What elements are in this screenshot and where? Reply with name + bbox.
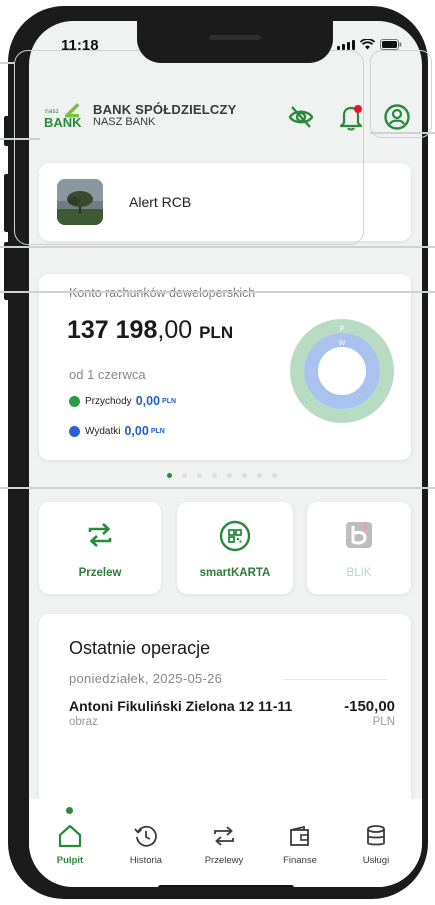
- balance-decimal: ,00: [157, 316, 193, 344]
- date-separator: [283, 679, 387, 680]
- period-label: od 1 czerwca: [69, 367, 146, 382]
- balance-donut: P W: [290, 319, 394, 423]
- nav-item-uslugi[interactable]: Usługi: [341, 821, 411, 866]
- qr-card-icon: [219, 520, 251, 557]
- pager-dot[interactable]: [182, 473, 187, 478]
- tile-label: smartKARTA: [199, 567, 271, 579]
- alert-thumbnail: [57, 179, 103, 225]
- donut-outer-label: P: [340, 325, 344, 333]
- pager-dot[interactable]: [272, 473, 277, 478]
- operations-date: poniedziałek, 2025-05-26: [69, 671, 223, 686]
- bank-name-line1: BANK SPÓŁDZIELCZY: [93, 102, 237, 117]
- alert-label: Alert RCB: [129, 194, 192, 210]
- battery-icon: [380, 39, 402, 50]
- tile-przelew[interactable]: Przelew: [39, 502, 161, 594]
- svg-text:nasz: nasz: [45, 108, 59, 115]
- alert-rcb-card[interactable]: Alert RCB: [39, 163, 411, 241]
- expense-value: 0,00: [124, 424, 149, 438]
- income-value: 0,00: [135, 394, 161, 408]
- side-button: [4, 242, 10, 300]
- nav-item-finanse[interactable]: Finanse: [265, 821, 335, 866]
- transfers-icon: [189, 821, 259, 851]
- account-balance: 137 198,00 PLN: [67, 316, 233, 345]
- expense-currency: PLN: [150, 427, 165, 435]
- user-circle-icon[interactable]: [383, 103, 411, 131]
- account-title: Konto rachunków deweloperskich: [69, 286, 256, 300]
- status-time: 11:18: [61, 37, 99, 54]
- nav-label: Usługi: [362, 855, 390, 866]
- nav-label: Finanse: [283, 855, 317, 866]
- app-screen: 11:18 nasz BANK BANK SPÓŁDZIELCZY NASZ B…: [29, 21, 422, 887]
- device-notch: [137, 21, 333, 63]
- operation-name: Antoni Fikuliński Zielona 12 11-11: [69, 698, 293, 714]
- income-legend: Przychody 0,00 PLN: [69, 394, 176, 408]
- donut-inner-ring: [304, 333, 380, 409]
- database-icon: [341, 821, 411, 851]
- income-label: Przychody: [85, 395, 132, 407]
- income-dot: [69, 395, 80, 407]
- phone-frame: 11:18 nasz BANK BANK SPÓŁDZIELCZY NASZ B…: [4, 6, 428, 899]
- signal-icon: [337, 40, 355, 50]
- expense-legend: Wydatki 0,00 PLN: [69, 424, 165, 438]
- pager-dot[interactable]: [197, 473, 202, 478]
- home-icon: [35, 821, 105, 851]
- app-header: nasz BANK BANK SPÓŁDZIELCZY NASZ BANK: [29, 75, 422, 151]
- nav-label: Historia: [129, 855, 163, 866]
- blik-icon: [344, 520, 374, 555]
- bank-logo[interactable]: nasz BANK: [43, 101, 89, 134]
- pager-dot[interactable]: [242, 473, 247, 478]
- active-indicator: [66, 807, 73, 814]
- bank-name-line2: NASZ BANK: [93, 115, 156, 128]
- history-icon: [111, 821, 181, 851]
- bank-name: BANK SPÓŁDZIELCZY NASZ BANK: [93, 103, 237, 128]
- balance-integer: 137 198: [67, 316, 158, 344]
- pager-dot[interactable]: [227, 473, 232, 478]
- pager-dot[interactable]: [257, 473, 262, 478]
- pager-dot[interactable]: [167, 473, 172, 478]
- nav-item-przelewy[interactable]: Przelewy: [189, 821, 259, 866]
- expense-dot: [69, 425, 80, 437]
- bell-icon[interactable]: [337, 103, 365, 131]
- tile-label: Przelew: [78, 567, 122, 579]
- nav-item-historia[interactable]: Historia: [111, 821, 181, 866]
- operation-amount: -150,00: [344, 698, 395, 715]
- side-button: [4, 174, 10, 232]
- donut-inner-label: W: [339, 339, 346, 347]
- tile-blik: BLIK: [307, 502, 411, 594]
- status-icons: [337, 39, 402, 50]
- operations-title: Ostatnie operacje: [69, 638, 211, 658]
- wifi-icon: [360, 39, 375, 50]
- balance-currency: PLN: [199, 323, 234, 342]
- carousel-pager[interactable]: [167, 473, 277, 478]
- pager-dot[interactable]: [212, 473, 217, 478]
- eye-off-icon[interactable]: [287, 103, 315, 131]
- tile-label: BLIK: [346, 567, 372, 579]
- home-indicator: [158, 885, 294, 887]
- operation-currency: PLN: [372, 716, 395, 728]
- wallet-icon: [265, 821, 335, 851]
- operation-description: obraz: [69, 716, 98, 728]
- svg-text:BANK: BANK: [44, 115, 82, 129]
- bottom-navigation: Pulpit Historia Przelewy Finanse Usługi: [29, 799, 422, 887]
- income-currency: PLN: [162, 397, 177, 405]
- transfer-arrows-icon: [85, 520, 115, 555]
- nav-label: Przelewy: [204, 855, 244, 866]
- tile-smartkarta[interactable]: smartKARTA: [177, 502, 293, 594]
- account-card[interactable]: Konto rachunków deweloperskich 137 198,0…: [39, 274, 411, 460]
- nav-label: Pulpit: [56, 855, 84, 866]
- nav-item-pulpit[interactable]: Pulpit: [35, 821, 105, 866]
- expense-label: Wydatki: [85, 425, 121, 437]
- side-button: [4, 116, 10, 146]
